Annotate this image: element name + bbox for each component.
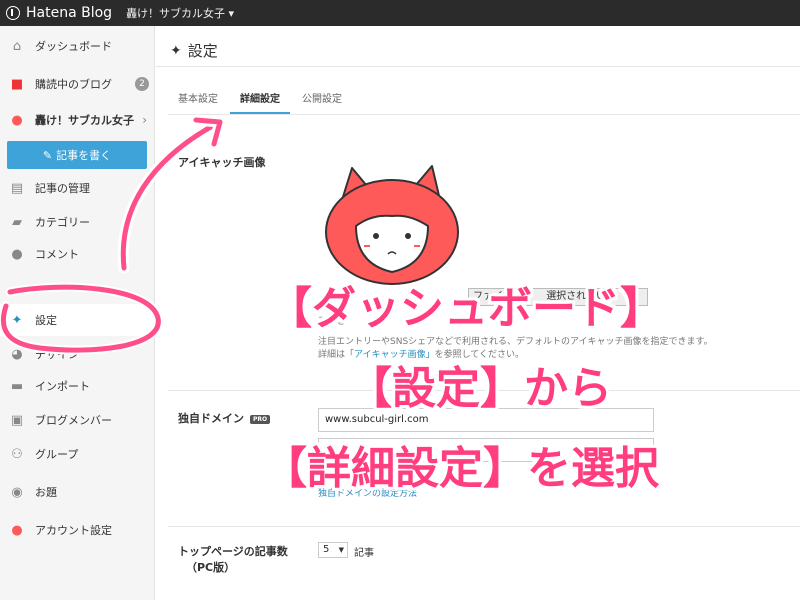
mascot-icon	[325, 165, 459, 285]
overlay-line-3: 【詳細設定】を選択	[263, 443, 659, 494]
overlay-line-1: 【ダッシュボード】	[268, 283, 664, 334]
overlay-line-2: 【設定】から	[348, 363, 612, 414]
